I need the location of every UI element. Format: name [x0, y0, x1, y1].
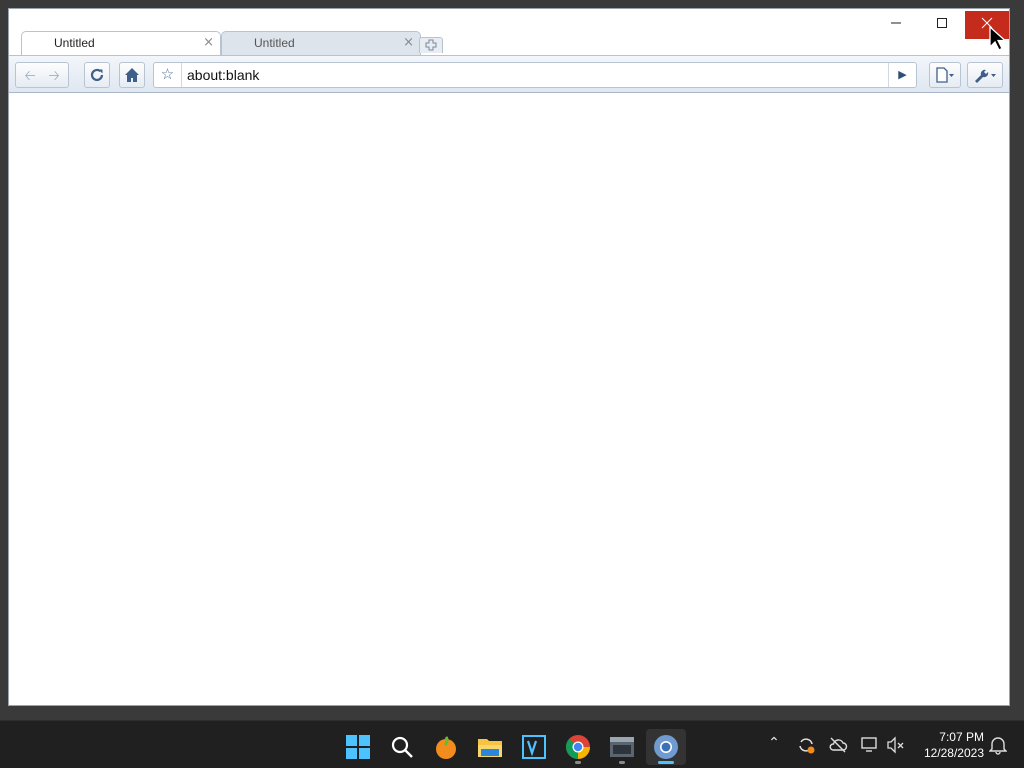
clock[interactable]: 7:07 PM 12/28/2023 [912, 729, 984, 761]
reload-button[interactable] [84, 62, 110, 88]
cloud-offline-icon[interactable] [826, 735, 850, 757]
back-forward-group: 🡠 🡢 [15, 62, 69, 88]
wrench-menu-button[interactable] [967, 62, 1003, 88]
new-tab-button[interactable] [419, 37, 443, 53]
page-menu-button[interactable] [929, 62, 961, 88]
windows-start-icon[interactable] [338, 729, 378, 765]
bookmark-star-icon[interactable]: ☆ [154, 63, 182, 87]
chrome-icon[interactable] [558, 729, 598, 765]
omnibox[interactable]: ☆ about:blank ▶ [153, 62, 917, 88]
url-text[interactable]: about:blank [187, 63, 259, 87]
running-indicator [619, 761, 625, 764]
plus-icon [425, 39, 437, 51]
file-explorer-icon[interactable] [470, 729, 510, 765]
network-icon[interactable] [858, 735, 882, 757]
mouse-cursor-icon [989, 26, 1007, 51]
page-icon [936, 67, 954, 83]
chromium-icon[interactable] [646, 729, 686, 765]
maximize-icon [937, 18, 947, 28]
toolbar: 🡠 🡢 ☆ about:blank ▶ [9, 55, 1009, 93]
chevron-up-icon[interactable]: ⌃ [762, 735, 786, 757]
tab-close-icon[interactable]: × [403, 32, 414, 54]
page-content[interactable] [9, 93, 1009, 705]
tab-title: Untitled [54, 36, 95, 50]
running-indicator [575, 761, 581, 764]
notification-bell-icon[interactable] [986, 735, 1010, 757]
visual-studio-icon[interactable] [514, 729, 554, 765]
fl-studio-icon[interactable] [426, 729, 466, 765]
active-indicator [658, 761, 674, 764]
forward-arrow-icon[interactable]: 🡢 [42, 64, 66, 88]
browser-window: Untitled × Untitled × 🡠 🡢 ☆ about:blank … [8, 8, 1010, 706]
home-icon [125, 68, 139, 82]
back-arrow-icon[interactable]: 🡠 [18, 64, 42, 88]
maximize-button[interactable] [919, 11, 965, 39]
clock-date: 12/28/2023 [923, 746, 984, 760]
reload-icon [90, 68, 104, 82]
tab-untitled-inactive[interactable]: Untitled × [221, 31, 421, 55]
home-button[interactable] [119, 62, 145, 88]
wrench-icon [975, 69, 996, 83]
taskbar: ⌃ 7:07 PM 12/28/2023 [0, 720, 1024, 768]
sync-icon[interactable] [794, 735, 818, 757]
minimize-icon [891, 22, 901, 24]
tab-untitled-active[interactable]: Untitled × [21, 31, 221, 55]
tab-title: Untitled [254, 36, 295, 50]
minimize-button[interactable] [873, 11, 919, 39]
title-bar: Untitled × Untitled × [9, 9, 1009, 55]
terminal-icon[interactable] [602, 729, 642, 765]
clock-time: 7:07 PM [939, 730, 984, 744]
search-icon[interactable] [382, 729, 422, 765]
tab-close-icon[interactable]: × [203, 32, 214, 54]
volume-muted-icon[interactable] [884, 735, 908, 757]
go-icon[interactable]: ▶ [888, 63, 916, 87]
